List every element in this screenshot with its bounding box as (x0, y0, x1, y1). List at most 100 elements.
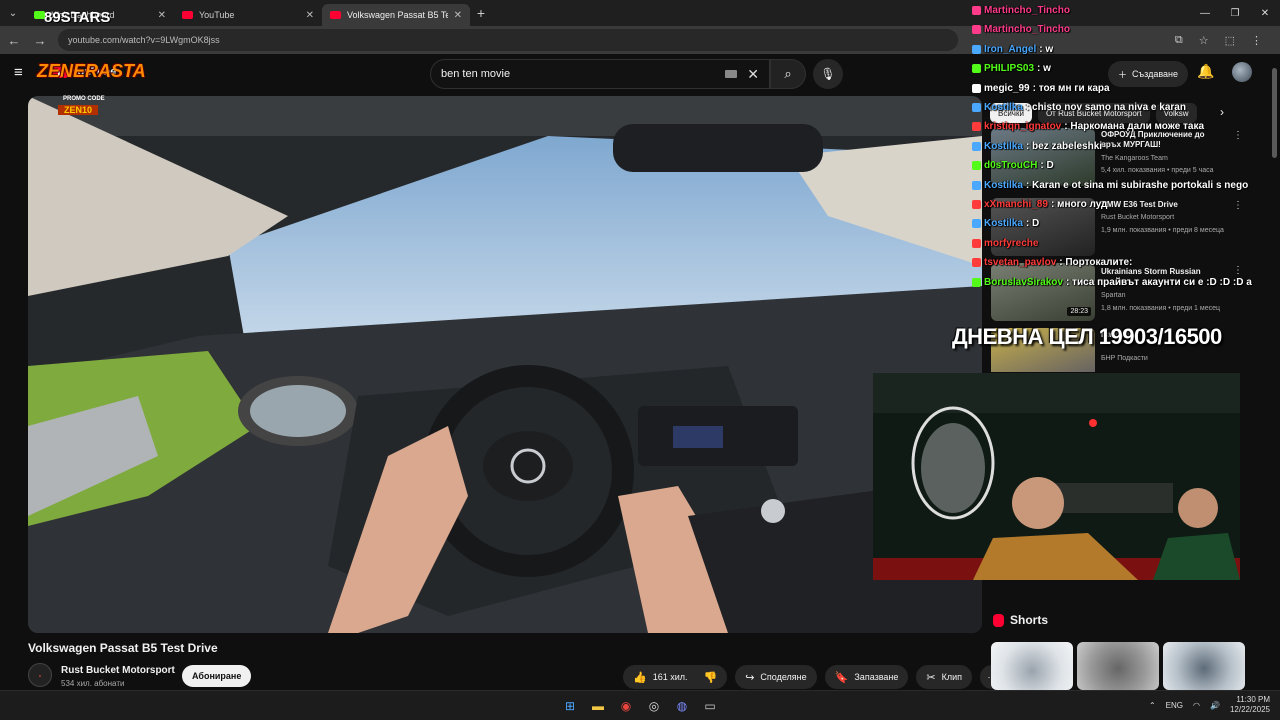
scrollbar-thumb[interactable] (1272, 68, 1277, 158)
tab-search-icon[interactable]: ⌄ (0, 0, 26, 26)
promo-label: PROMO CODE (63, 96, 105, 102)
short-thumbnail[interactable] (1163, 642, 1245, 690)
more-vert-icon[interactable]: ⋮ (1233, 200, 1243, 211)
video-title: Volkswagen Passat B5 Test Drive (28, 641, 218, 655)
bookmark-icon: 🔖 (834, 671, 849, 684)
save-button[interactable]: 🔖 Запазване (824, 665, 909, 689)
tab-video[interactable]: Volkswagen Passat B5 Test ✕ (322, 4, 470, 26)
chat-message: Iron_Angel: w (972, 40, 1053, 59)
back-icon[interactable]: ← (6, 33, 22, 48)
thumbs-up-icon: 👍 (633, 671, 647, 684)
forward-icon[interactable]: → (32, 33, 48, 48)
chat-badge-icon (972, 122, 981, 132)
bookmark-star-icon[interactable]: ☆ (1199, 34, 1209, 47)
chat-username: Kostilka (984, 179, 1023, 191)
chat-username: morfyreche (984, 237, 1039, 249)
chat-text: : D (1025, 218, 1040, 230)
chat-message: morfyreche (972, 234, 1041, 253)
search-icon: ⌕ (784, 66, 792, 81)
video-duration: 28:23 (1067, 307, 1091, 316)
chat-text: : Karan e ot sina mi subirashe portokali… (1025, 179, 1249, 191)
tab-youtube[interactable]: YouTube ✕ (174, 4, 322, 26)
chat-username: d0sTrouCH (984, 160, 1038, 172)
share-button[interactable]: ↪ Споделяне (735, 665, 817, 689)
subscribe-button[interactable]: Абониране (182, 665, 252, 687)
new-tab-button[interactable]: + (470, 5, 492, 21)
close-icon[interactable]: ✕ (158, 10, 166, 21)
chat-badge-icon (972, 238, 981, 248)
search-button[interactable]: ⌕ (770, 59, 806, 89)
close-icon[interactable]: ✕ (306, 10, 314, 21)
close-icon[interactable]: ✕ (454, 10, 462, 21)
screen: ⌄ Kick Dashboard ✕ YouTube ✕ Volkswagen … (0, 0, 1280, 720)
search-input[interactable]: ben ten movie ✕ (430, 59, 770, 89)
thumbs-down-icon[interactable]: 👎 (704, 671, 718, 684)
recommendation-meta: 1,9 млн. показвания • преди 8 месеца (1101, 227, 1224, 234)
chat-username: Martincho_Tincho (984, 5, 1070, 16)
chat-badge-icon (972, 141, 981, 151)
menu-dots-icon[interactable]: ⋮ (1251, 34, 1262, 47)
obs-icon[interactable]: ◎ (644, 696, 664, 716)
create-label: Създаване (1132, 69, 1178, 79)
terminal-icon[interactable]: ▭ (700, 696, 720, 716)
maximize-icon[interactable]: ❐ (1220, 0, 1250, 26)
tab-label: Volkswagen Passat B5 Test (347, 10, 448, 20)
extensions-icon[interactable]: ⬚ (1225, 34, 1235, 47)
webcam-overlay (873, 373, 1240, 580)
clear-search-icon[interactable]: ✕ (747, 66, 759, 83)
chat-text: : Наркомана дали може така (1064, 121, 1205, 133)
chat-username: Kostilka (984, 218, 1023, 230)
notifications-bell-icon[interactable]: 🔔 (1197, 63, 1214, 80)
tab-label: YouTube (199, 10, 235, 20)
chat-message: PHILIPS03: w (972, 59, 1051, 78)
tray-chevron-icon[interactable]: ⌃ (1149, 701, 1156, 710)
subscriber-count: 534 хил. абонати (61, 679, 125, 688)
recommendation-channel: Spartan (1101, 292, 1126, 299)
clock[interactable]: 11:30 PM 12/22/2025 (1230, 695, 1270, 715)
channel-name[interactable]: Rust Bucket Motorsport (61, 665, 175, 676)
like-button[interactable]: 👍 161 хил. 👎 (623, 665, 728, 689)
chat-message: Kostilka: D (972, 214, 1039, 233)
chat-text: : chisto nov samo na niva e karan (1025, 102, 1186, 113)
close-window-icon[interactable]: ✕ (1250, 0, 1280, 26)
chat-username: BoruslavSirakov (984, 276, 1063, 288)
video-actions: 👍 161 хил. 👎 ↪ Споделяне 🔖 Запазване ✂ К… (623, 665, 1005, 689)
save-label: Запазване (854, 672, 899, 682)
chat-username: megic_99 (984, 82, 1030, 94)
address-bar: ← → youtube.com/watch?v=9LWgmOK8jss ⧉ ☆ … (0, 26, 1280, 54)
chat-badge-icon (972, 200, 981, 209)
language-indicator[interactable]: ENG (1166, 701, 1183, 710)
keyboard-icon[interactable] (725, 70, 738, 78)
wifi-icon[interactable]: ◠ (1193, 701, 1200, 710)
chevron-right-icon[interactable]: › (1220, 105, 1224, 119)
video-player[interactable] (28, 96, 982, 633)
clip-button[interactable]: ✂ Клип (916, 665, 973, 689)
discord-icon[interactable]: ◍ (672, 696, 692, 716)
windows-start-icon[interactable]: ⊞ (560, 696, 580, 716)
chat-badge-icon (972, 44, 981, 54)
chat-badge-icon (972, 6, 981, 15)
volume-icon[interactable]: 🔊 (1210, 701, 1220, 710)
hamburger-menu-icon[interactable]: ≡ (14, 64, 23, 81)
account-avatar[interactable] (1232, 62, 1252, 82)
short-thumbnail[interactable] (1077, 642, 1159, 690)
recommendation-title: BMW E36 Test Drive (1101, 200, 1178, 209)
recommendation-meta: 5,4 хил. показвания • преди 5 часа (1101, 167, 1214, 174)
taskbar-apps: ⊞ ▬ ◉ ◎ ◍ ▭ (560, 696, 720, 716)
chat-badge-icon (972, 161, 981, 171)
chat-username: xXmanchi_89 (984, 199, 1048, 210)
chat-badge-icon (972, 83, 981, 93)
install-icon[interactable]: ⧉ (1175, 34, 1183, 47)
short-thumbnail[interactable] (991, 642, 1073, 690)
channel-avatar[interactable]: ● (28, 663, 52, 687)
voice-search-button[interactable]: 🎙 (813, 59, 843, 89)
chrome-icon[interactable]: ◉ (616, 696, 636, 716)
create-button[interactable]: ＋ Създаване (1108, 61, 1188, 87)
chat-message: BoruslavSirakov: тиса прайвът акаунти си… (972, 273, 1252, 292)
url-input[interactable]: youtube.com/watch?v=9LWgmOK8jss (58, 29, 958, 51)
chat-text: : Портокалите: (1059, 257, 1133, 269)
video-frame (28, 96, 982, 633)
minimize-icon[interactable]: — (1190, 0, 1220, 26)
file-explorer-icon[interactable]: ▬ (588, 696, 608, 716)
more-vert-icon[interactable]: ⋮ (1233, 130, 1243, 141)
